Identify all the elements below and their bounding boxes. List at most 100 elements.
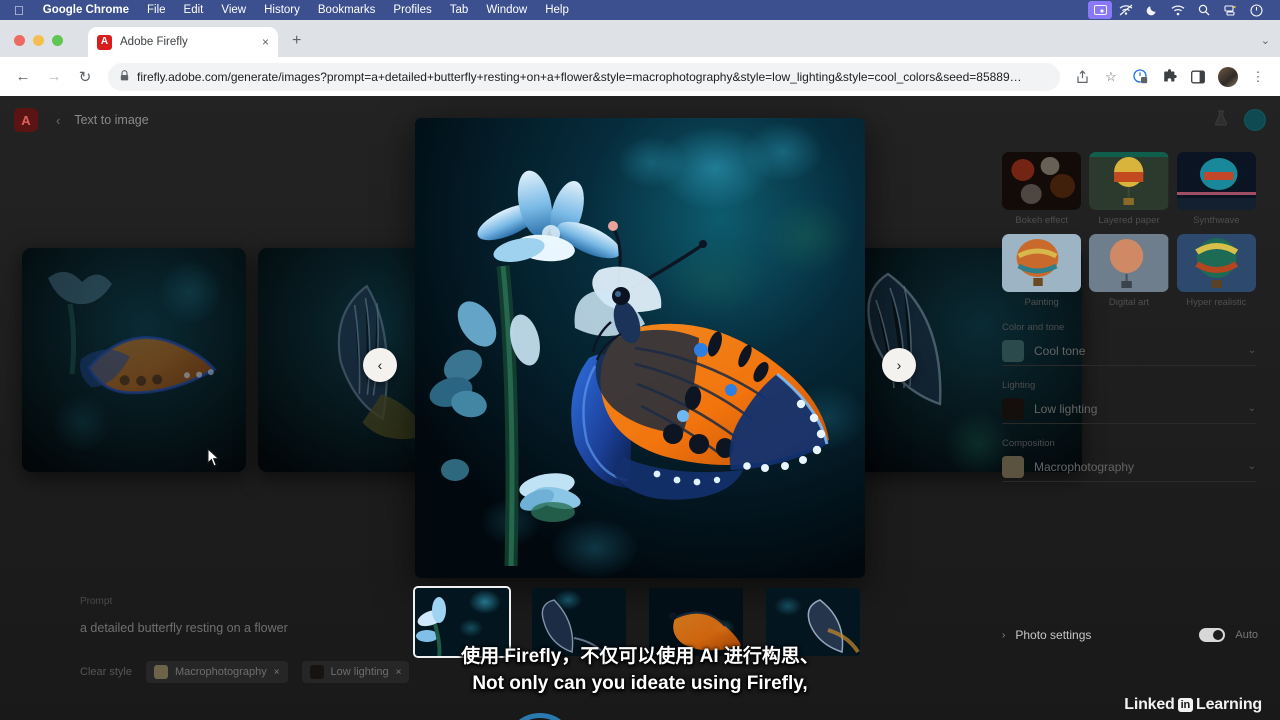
browser-tab[interactable]: A Adobe Firefly × bbox=[88, 27, 278, 57]
auto-label: Auto bbox=[1235, 629, 1258, 641]
puzzle-piece-icon[interactable] bbox=[1156, 64, 1182, 90]
style-thumbnail bbox=[1089, 234, 1169, 292]
tab-search-icon[interactable]: ⌄ bbox=[1261, 34, 1270, 47]
url-text: firefly.adobe.com/generate/images?prompt… bbox=[137, 69, 1022, 84]
carousel-next-button[interactable]: › bbox=[882, 348, 916, 382]
window-controls[interactable] bbox=[14, 35, 63, 46]
prompt-label: Prompt bbox=[80, 596, 113, 607]
field-value: Cool tone bbox=[1034, 343, 1086, 358]
carousel-prev-button[interactable]: ‹ bbox=[363, 348, 397, 382]
color-and-tone-select[interactable]: Cool tone ⌄ bbox=[1002, 336, 1256, 366]
lock-icon bbox=[120, 69, 129, 84]
field-label: Color and tone bbox=[1002, 322, 1065, 333]
field-value: Macrophotography bbox=[1034, 459, 1135, 474]
chrome-profile-avatar[interactable] bbox=[1218, 66, 1238, 87]
close-tab-icon[interactable]: × bbox=[262, 36, 269, 48]
style-painting[interactable]: Painting bbox=[1002, 234, 1082, 308]
menu-item-history[interactable]: History bbox=[255, 4, 309, 16]
address-bar[interactable]: firefly.adobe.com/generate/images?prompt… bbox=[108, 62, 1060, 91]
side-panel-icon[interactable] bbox=[1185, 64, 1211, 90]
firefly-app: A ‹ Text to image ‹ › Prompt a detailed … bbox=[0, 96, 1280, 720]
chip-label: Macrophotography bbox=[174, 666, 267, 678]
style-digital-art[interactable]: Digital art bbox=[1089, 234, 1169, 308]
carousel-image-prev-2[interactable] bbox=[22, 248, 246, 472]
main-generated-image[interactable] bbox=[415, 118, 865, 578]
style-thumbnail bbox=[1089, 152, 1169, 210]
composition-select[interactable]: Macrophotography ⌄ bbox=[1002, 452, 1256, 482]
style-label: Layered paper bbox=[1098, 215, 1160, 226]
menu-item-edit[interactable]: Edit bbox=[175, 4, 213, 16]
chip-remove-icon[interactable]: × bbox=[396, 667, 402, 678]
style-synthwave[interactable]: Synthwave bbox=[1176, 152, 1256, 226]
firefly-favicon-icon: A bbox=[97, 34, 112, 50]
photo-settings-toggle[interactable] bbox=[1199, 628, 1226, 642]
thumbnail-4[interactable] bbox=[764, 586, 862, 658]
chip-low-lighting[interactable]: Low lighting × bbox=[301, 661, 410, 683]
menu-item-help[interactable]: Help bbox=[536, 4, 578, 16]
chip-label: Low lighting bbox=[330, 666, 389, 678]
thumbnail-3[interactable] bbox=[647, 586, 745, 658]
share-icon[interactable] bbox=[1069, 64, 1095, 90]
learning-text: Learning bbox=[1196, 696, 1262, 713]
chevron-right-icon[interactable]: › bbox=[1002, 630, 1005, 641]
chevron-down-icon[interactable]: ⌄ bbox=[1248, 345, 1256, 356]
style-thumbnail bbox=[1176, 152, 1256, 210]
prompt-panel: Prompt a detailed butterfly resting on a… bbox=[80, 596, 410, 704]
menu-item-profiles[interactable]: Profiles bbox=[384, 4, 440, 16]
thumbnail-strip bbox=[413, 586, 862, 658]
maximize-window-button[interactable] bbox=[52, 35, 63, 46]
chip-remove-icon[interactable]: × bbox=[274, 667, 280, 678]
chip-macrophotography[interactable]: Macrophotography × bbox=[145, 661, 288, 683]
field-value: Low lighting bbox=[1034, 401, 1098, 416]
mouse-pointer bbox=[207, 447, 220, 467]
macos-menubar:  Google Chrome File Edit View History B… bbox=[0, 0, 1280, 20]
menu-item-view[interactable]: View bbox=[212, 4, 255, 16]
field-color-and-tone: Color and tone Cool tone ⌄ bbox=[1002, 322, 1256, 366]
search-icon[interactable] bbox=[1192, 1, 1216, 19]
field-label: Composition bbox=[1002, 438, 1055, 449]
image-carousel: ‹ › bbox=[0, 96, 1082, 672]
field-swatch bbox=[1002, 339, 1024, 362]
extension-clock-icon[interactable] bbox=[1127, 64, 1153, 90]
menu-item-bookmarks[interactable]: Bookmarks bbox=[309, 4, 385, 16]
linkedin-learning-logo: Linked in Learning bbox=[1124, 696, 1262, 714]
style-label: Hyper realistic bbox=[1186, 297, 1247, 308]
wifi-icon[interactable] bbox=[1166, 1, 1190, 19]
reload-button[interactable]: ↻ bbox=[71, 63, 99, 91]
chrome-menu-icon[interactable]: ⋮ bbox=[1245, 64, 1271, 90]
menu-item-file[interactable]: File bbox=[138, 4, 175, 16]
linkedin-text: Linked bbox=[1124, 696, 1175, 713]
new-tab-button[interactable]: + bbox=[292, 33, 301, 49]
style-thumbnail bbox=[1176, 234, 1256, 292]
chip-swatch bbox=[309, 665, 324, 679]
chevron-down-icon[interactable]: ⌄ bbox=[1248, 461, 1256, 472]
lighting-select[interactable]: Low lighting ⌄ bbox=[1002, 394, 1256, 424]
screen-share-icon[interactable] bbox=[1088, 1, 1112, 19]
apple-logo-icon[interactable]:  bbox=[8, 4, 34, 17]
thumbnail-2[interactable] bbox=[530, 586, 628, 658]
menu-item-window[interactable]: Window bbox=[477, 4, 536, 16]
photo-settings-section[interactable]: › Photo settings Auto bbox=[1002, 628, 1258, 642]
style-label: Bokeh effect bbox=[1015, 215, 1068, 226]
thumbnail-1[interactable] bbox=[413, 586, 511, 658]
menu-item-google-chrome[interactable]: Google Chrome bbox=[34, 4, 138, 16]
settings-panel: Bokeh effect Layered paper Synthwave Pai… bbox=[980, 96, 1280, 672]
style-layered-paper[interactable]: Layered paper bbox=[1089, 152, 1169, 226]
minimize-window-button[interactable] bbox=[33, 35, 44, 46]
chevron-down-icon[interactable]: ⌄ bbox=[1248, 403, 1256, 414]
clear-style-button[interactable]: Clear style bbox=[80, 666, 132, 678]
prompt-input[interactable]: a detailed butterfly resting on a flower bbox=[80, 621, 410, 635]
back-button[interactable]: ← bbox=[9, 63, 37, 91]
control-center-icon[interactable] bbox=[1218, 1, 1242, 19]
style-bokeh-effect[interactable]: Bokeh effect bbox=[1002, 152, 1082, 226]
bookmark-star-icon[interactable]: ☆ bbox=[1098, 64, 1124, 90]
style-hyper-realistic[interactable]: Hyper realistic bbox=[1176, 234, 1256, 308]
field-composition: Composition Macrophotography ⌄ bbox=[1002, 438, 1256, 482]
forward-button[interactable]: → bbox=[40, 63, 68, 91]
close-window-button[interactable] bbox=[14, 35, 25, 46]
moon-icon[interactable] bbox=[1140, 1, 1164, 19]
clock-icon[interactable] bbox=[1244, 1, 1268, 19]
menu-item-tab[interactable]: Tab bbox=[441, 4, 478, 16]
wifi-off-icon[interactable] bbox=[1114, 1, 1138, 19]
style-thumbnail bbox=[1002, 234, 1082, 292]
